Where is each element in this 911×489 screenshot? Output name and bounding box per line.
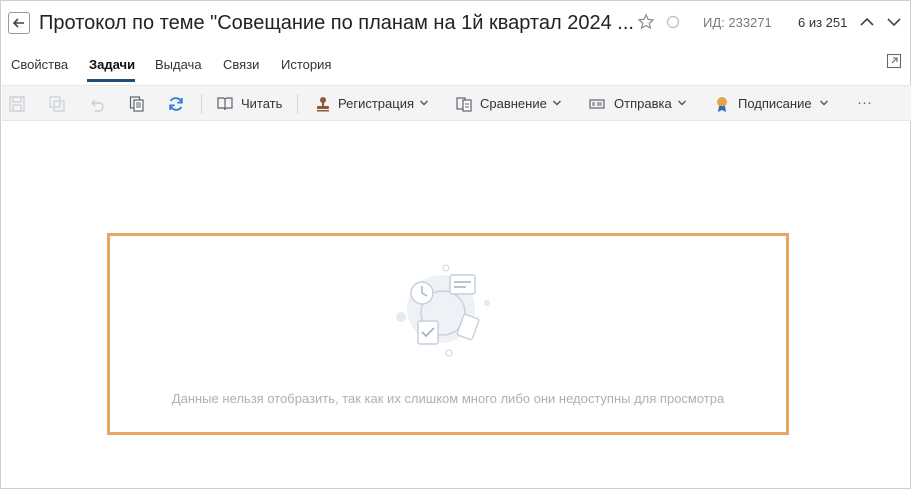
arrow-left-icon [12,18,24,28]
star-icon[interactable] [637,13,655,31]
stamp-icon[interactable] [314,95,332,113]
status-circle-icon[interactable] [666,15,680,29]
empty-state-message: Данные нельзя отобразить, так как их сли… [171,391,725,406]
document-card-window: Протокол по теме "Совещание по планам на… [0,0,911,489]
open-external-icon[interactable] [886,53,902,69]
tab-issuance[interactable]: Выдача [155,57,202,72]
seal-icon[interactable] [713,95,731,113]
tab-bar: Свойства Задачи Выдача Связи История [1,49,911,83]
compare-button[interactable]: Сравнение [480,96,547,111]
copy-icon[interactable] [128,95,146,113]
toolbar-divider [201,94,202,114]
page-title: Протокол по теме "Совещание по планам на… [39,12,634,34]
chevron-down-icon[interactable] [885,13,903,31]
tab-history[interactable]: История [281,57,331,72]
more-button[interactable]: ··· [857,94,872,111]
refresh-icon[interactable] [167,95,185,113]
record-counter: 6 из 251 [798,15,848,30]
tab-properties[interactable]: Свойства [11,57,68,72]
chevron-down-icon[interactable] [819,98,829,108]
chevron-down-icon[interactable] [552,98,562,108]
save-icon[interactable] [8,95,26,113]
read-button[interactable]: Читать [241,96,282,111]
chevron-down-icon[interactable] [677,98,687,108]
chevron-up-icon[interactable] [858,13,876,31]
tab-links[interactable]: Связи [223,57,259,72]
tab-tasks[interactable]: Задачи [89,57,135,72]
book-icon[interactable] [216,95,234,113]
sign-button[interactable]: Подписание [738,96,812,111]
save-close-icon[interactable] [48,95,66,113]
toolbar-divider [297,94,298,114]
compare-icon[interactable] [455,95,473,113]
empty-state-illustration-icon [396,264,490,357]
back-button[interactable] [8,12,30,34]
header: Протокол по теме "Совещание по планам на… [1,1,911,45]
toolbar: Читать Регистрация Сравнение Отправка По… [2,85,911,121]
undo-icon[interactable] [88,95,106,113]
active-tab-indicator [87,79,135,82]
chevron-down-icon[interactable] [419,98,429,108]
registration-button[interactable]: Регистрация [338,96,414,111]
document-id: ИД: 233271 [703,15,772,30]
send-button[interactable]: Отправка [614,96,672,111]
send-icon[interactable] [588,95,606,113]
